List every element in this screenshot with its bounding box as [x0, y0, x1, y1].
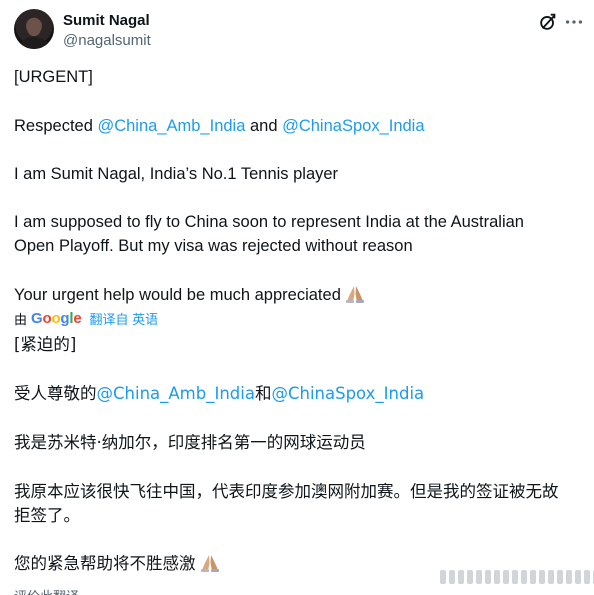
translated-text-line: 我原本应该很快飞往中国，代表印度参加澳网附加赛。但是我的签证被无故: [14, 482, 559, 501]
text-segment: 和: [254, 384, 272, 403]
tweet-text-line: Respected @China_Amb_India and @ChinaSpo…: [14, 114, 574, 138]
avatar[interactable]: [14, 9, 54, 49]
tweet-text-line: [URGENT]: [14, 68, 93, 86]
rate-translation-link[interactable]: 评价此翻译: [14, 586, 79, 595]
mention-link[interactable]: @ChinaSpox_India: [282, 117, 424, 135]
tweet-card: Sumit Nagal @nagalsumit [URGENT] Respect…: [0, 0, 594, 595]
translated-text-line: 拒签了。: [14, 506, 80, 525]
translated-text-line: 我是苏米特·纳加尔，印度排名第一的网球运动员: [14, 433, 366, 452]
tweet-text-line: Open Playoff. But my visa was rejected w…: [14, 237, 413, 255]
text-segment: Your urgent help would be much appreciat…: [14, 286, 341, 304]
google-logo: Google: [31, 309, 82, 327]
folded-hands-emoji: [345, 286, 364, 303]
translated-from-link[interactable]: 翻译自 英语: [90, 309, 159, 328]
translated-text-line: 受人尊敬的@China_Amb_India和@ChinaSpox_India: [14, 382, 574, 406]
tweet-text-line: I am supposed to fly to China soon to re…: [14, 213, 524, 231]
user-handle[interactable]: @nagalsumit: [63, 32, 151, 49]
text-segment: and: [245, 117, 283, 135]
mention-link[interactable]: @China_Amb_India: [97, 117, 245, 135]
mention-link[interactable]: @ChinaSpox_India: [271, 384, 424, 403]
watermark: [440, 570, 594, 584]
text-segment: 受人尊敬的: [14, 384, 97, 403]
text-segment: 您的紧急帮助将不胜感激: [14, 554, 196, 573]
tweet-text-line: Your urgent help would be much appreciat…: [14, 283, 574, 307]
display-name[interactable]: Sumit Nagal: [63, 12, 150, 29]
more-options-icon[interactable]: [563, 11, 585, 33]
grok-icon[interactable]: [537, 11, 559, 33]
avatar-face: [27, 18, 41, 36]
folded-hands-emoji: [200, 555, 219, 572]
text-segment: Respected: [14, 117, 98, 135]
mention-link[interactable]: @China_Amb_India: [97, 384, 255, 403]
avatar-body: [20, 37, 48, 49]
translated-by-label: 由: [14, 311, 28, 327]
translated-text-line: [紧迫的]: [14, 335, 77, 354]
tweet-text-line: I am Sumit Nagal, India’s No.1 Tennis pl…: [14, 165, 339, 183]
translate-bar: 由 Google 翻译自 英语: [14, 308, 158, 328]
